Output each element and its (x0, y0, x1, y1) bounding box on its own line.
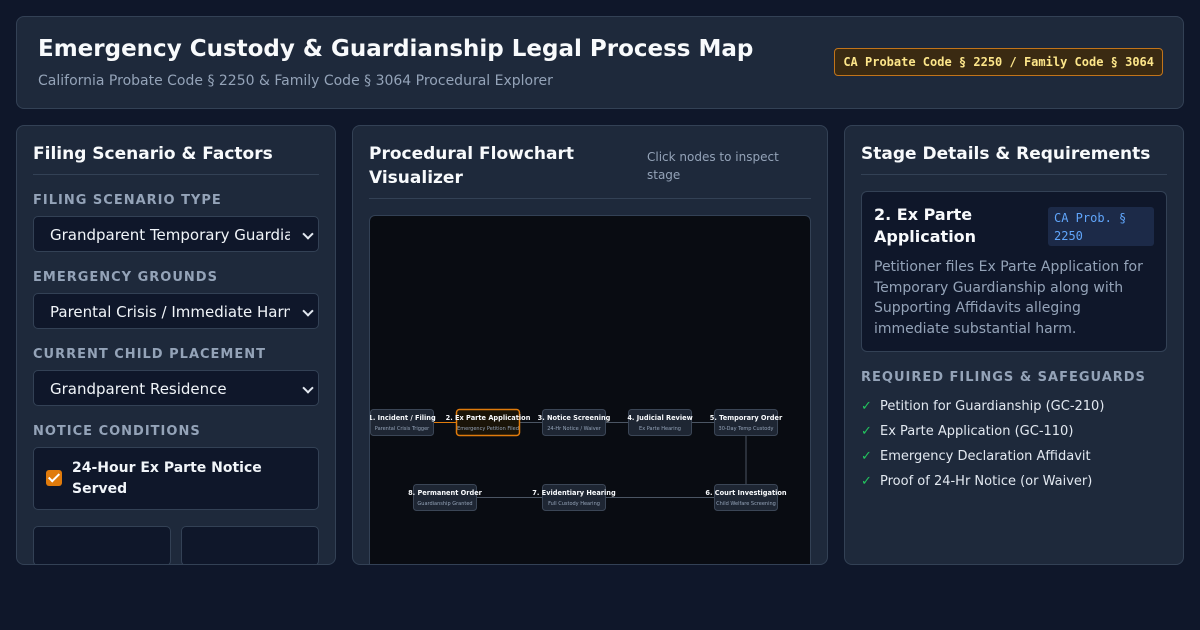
action-button-left[interactable] (33, 526, 171, 564)
chevron-down-icon (302, 382, 314, 394)
flow-node-subtitle: Emergency Petition Filed (457, 426, 519, 432)
flow-node[interactable]: 2. Ex Parte Application Emergency Petitio… (446, 408, 531, 437)
flow-node-title: 5. Temporary Order (710, 414, 783, 422)
scenario-type-label: FILING SCENARIO TYPE (33, 193, 222, 208)
requirements-label: REQUIRED FILINGS & SAFEGUARDS (861, 370, 1146, 385)
flow-node[interactable]: 7. Evidentiary Hearing Full Custody Heari… (532, 484, 616, 511)
flow-node-title: 8. Permanent Order (408, 489, 483, 497)
flowchart-panel-title: Procedural Flowchart Visualizer (369, 144, 574, 188)
scenario-type-value: Grandparent Temporary Guardianship (50, 226, 290, 244)
flow-node-subtitle: Guardianship Granted (417, 501, 472, 507)
flowchart-hint: Click nodes to inspect stage (647, 150, 779, 182)
requirements-list: ✓ Petition for Guardianship (GC-210) ✓ E… (861, 398, 1167, 498)
flow-node-subtitle: Parental Crisis Trigger (375, 426, 430, 432)
filing-scenario-panel: Filing Scenario & Factors FILING SCENARI… (16, 125, 336, 565)
chevron-down-icon (302, 305, 314, 317)
flow-node-subtitle: Full Custody Hearing (548, 501, 600, 507)
filing-panel-divider (33, 174, 319, 175)
child-placement-select[interactable]: Grandparent Residence (33, 370, 319, 406)
flowchart-panel-divider (369, 198, 811, 199)
requirement-text: Ex Parte Application (GC-110) (880, 424, 1074, 439)
requirement-item: ✓ Proof of 24-Hr Notice (or Waiver) (861, 473, 1167, 498)
requirement-item: ✓ Ex Parte Application (GC-110) (861, 423, 1167, 448)
action-button-right[interactable] (181, 526, 319, 564)
flow-node[interactable]: 3. Notice Screening 24-Hr Notice / Waiver (538, 409, 611, 436)
app-header: Emergency Custody & Guardianship Legal P… (16, 16, 1184, 109)
flow-node-subtitle: 30-Day Temp Custody (719, 426, 774, 432)
flow-node[interactable]: 5. Temporary Order 30-Day Temp Custody (710, 409, 783, 436)
filing-panel-title: Filing Scenario & Factors (33, 144, 273, 164)
stage-details-panel: Stage Details & Requirements 2. Ex Parte… (844, 125, 1184, 565)
details-panel-divider (861, 174, 1167, 175)
notice-option[interactable]: 24-Hour Ex Parte Notice Served (33, 447, 319, 510)
chevron-down-icon (302, 228, 314, 240)
emergency-grounds-select[interactable]: Parental Crisis / Immediate Harm Risk (33, 293, 319, 329)
flowchart-svg: 1. Incident / Filing Parental Crisis Trig… (370, 408, 787, 511)
flow-node-title: 7. Evidentiary Hearing (532, 489, 616, 497)
flow-node-subtitle: Ex Parte Hearing (639, 426, 681, 432)
flow-node-title: 1. Incident / Filing (370, 414, 436, 422)
check-icon: ✓ (861, 399, 872, 414)
emergency-grounds-label: EMERGENCY GROUNDS (33, 270, 218, 285)
notice-checkbox[interactable] (46, 470, 62, 486)
requirement-item: ✓ Emergency Declaration Affidavit (861, 448, 1167, 473)
statute-badge: CA Probate Code § 2250 / Family Code § 3… (834, 48, 1163, 76)
stage-description: Petitioner files Ex Parte Application fo… (874, 259, 1143, 337)
flow-node-subtitle: Child Welfare Screening (716, 501, 776, 507)
page-title: Emergency Custody & Guardianship Legal P… (38, 36, 754, 62)
flow-node[interactable]: 1. Incident / Filing Parental Crisis Trig… (370, 409, 436, 436)
requirement-text: Emergency Declaration Affidavit (880, 449, 1091, 464)
check-icon: ✓ (861, 424, 872, 439)
flow-node[interactable]: 8. Permanent Order Guardianship Granted (408, 484, 483, 511)
requirement-text: Petition for Guardianship (GC-210) (880, 399, 1105, 414)
stage-code-badge: CA Prob. § 2250 (1048, 207, 1154, 246)
scenario-type-select[interactable]: Grandparent Temporary Guardianship (33, 216, 319, 252)
flow-node-subtitle: 24-Hr Notice / Waiver (547, 426, 602, 432)
flowchart-panel: Procedural Flowchart Visualizer Click no… (352, 125, 828, 565)
flow-node-title: 6. Court Investigation (705, 489, 787, 497)
flow-node-title: 4. Judicial Review (627, 414, 692, 422)
check-icon: ✓ (861, 474, 872, 489)
flowchart-canvas: 1. Incident / Filing Parental Crisis Trig… (369, 215, 811, 564)
flow-node-title: 3. Notice Screening (538, 414, 611, 422)
notice-conditions-label: NOTICE CONDITIONS (33, 424, 201, 439)
stage-name: 2. Ex Parte Application (874, 205, 977, 246)
flow-node[interactable]: 6. Court Investigation Child Welfare Scre… (705, 484, 787, 511)
details-panel-title: Stage Details & Requirements (861, 144, 1151, 164)
stage-card: 2. Ex Parte Application CA Prob. § 2250 … (861, 191, 1167, 352)
emergency-grounds-value: Parental Crisis / Immediate Harm Risk (50, 303, 290, 321)
flow-node-title: 2. Ex Parte Application (446, 414, 531, 422)
requirement-text: Proof of 24-Hr Notice (or Waiver) (880, 474, 1093, 489)
flow-node[interactable]: 4. Judicial Review Ex Parte Hearing (627, 409, 693, 436)
requirement-item: ✓ Petition for Guardianship (GC-210) (861, 398, 1167, 423)
page-subtitle: California Probate Code § 2250 & Family … (38, 73, 553, 89)
child-placement-label: CURRENT CHILD PLACEMENT (33, 347, 266, 362)
notice-checkbox-label: 24-Hour Ex Parte Notice Served (72, 460, 262, 497)
check-icon: ✓ (861, 449, 872, 464)
child-placement-value: Grandparent Residence (50, 380, 227, 398)
